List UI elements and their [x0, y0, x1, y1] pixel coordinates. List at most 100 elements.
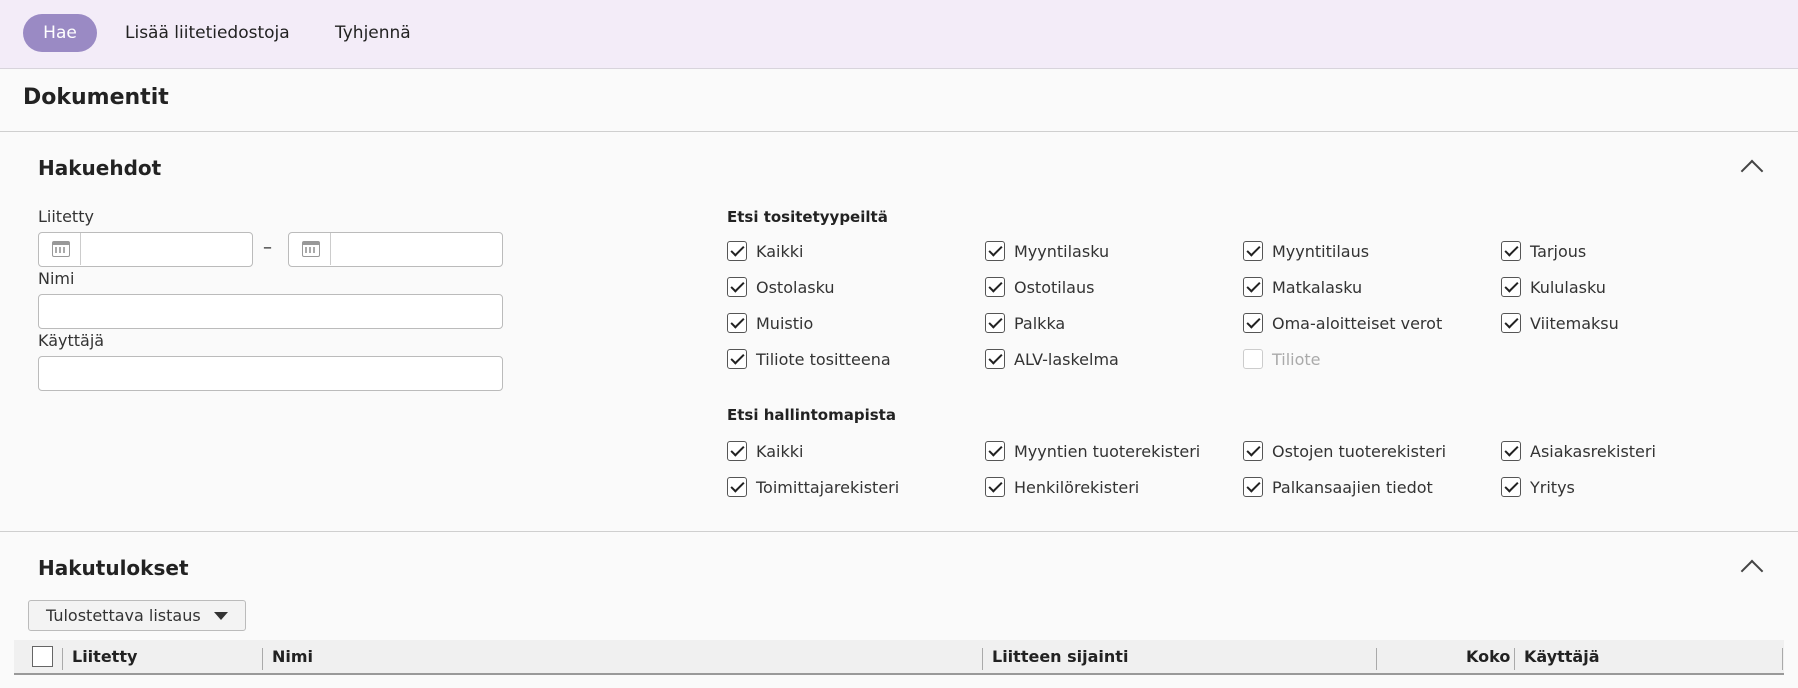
checkbox-tiliote-tositteena[interactable]: Tiliote tositteena	[727, 348, 891, 370]
checkbox-checked-icon[interactable]	[985, 477, 1005, 497]
checkbox-oma-aloitteiset-verot[interactable]: Oma-aloitteiset verot	[1243, 312, 1442, 334]
print-list-dropdown[interactable]: Tulostettava listaus	[28, 600, 246, 631]
checkbox-label: Tarjous	[1530, 241, 1587, 261]
column-separator	[262, 648, 263, 670]
user-label: Käyttäjä	[38, 331, 105, 350]
calendar-icon[interactable]	[289, 233, 331, 265]
checkbox-ostotilaus[interactable]: Ostotilaus	[985, 276, 1094, 298]
checkbox-label: Kululasku	[1530, 277, 1606, 297]
calendar-icon[interactable]	[39, 233, 81, 265]
checkbox-label: Oma-aloitteiset verot	[1272, 313, 1443, 333]
checkbox-checked-icon[interactable]	[1501, 313, 1521, 333]
admin-maps-label: Etsi hallintomapista	[727, 406, 896, 424]
checkbox-label: Asiakasrekisteri	[1530, 441, 1656, 461]
checkbox-checked-icon[interactable]	[1501, 441, 1521, 461]
checkbox-alv-laskelma[interactable]: ALV-laskelma	[985, 348, 1119, 370]
user-input[interactable]	[38, 356, 503, 391]
print-list-label: Tulostettava listaus	[46, 606, 201, 625]
caret-down-icon	[214, 612, 228, 620]
clear-button[interactable]: Tyhjennä	[335, 14, 411, 52]
checkbox-checked-icon[interactable]	[985, 241, 1005, 261]
toolbar: Hae Lisää liitetiedostoja Tyhjennä	[0, 0, 1798, 69]
results-title: Hakutulokset	[38, 556, 189, 580]
checkbox-palkansaajien-tiedot[interactable]: Palkansaajien tiedot	[1243, 476, 1433, 498]
checkbox-label: Henkilörekisteri	[1014, 477, 1140, 497]
checkbox-label: Myyntitilaus	[1272, 241, 1370, 261]
checkbox-myyntien-tuoterekisteri[interactable]: Myyntien tuoterekisteri	[985, 440, 1200, 462]
column-separator	[62, 648, 63, 670]
checkbox-checked-icon[interactable]	[985, 349, 1005, 369]
checkbox-muistio[interactable]: Muistio	[727, 312, 813, 334]
checkbox-yritys[interactable]: Yritys	[1501, 476, 1575, 498]
checkbox-matkalasku[interactable]: Matkalasku	[1243, 276, 1362, 298]
voucher-types-label: Etsi tositetyypeiltä	[727, 208, 888, 226]
checkbox-checked-icon[interactable]	[1243, 313, 1263, 333]
column-name[interactable]: Nimi	[272, 647, 313, 666]
checkbox-checked-icon[interactable]	[727, 241, 747, 261]
checkbox-myyntilasku[interactable]: Myyntilasku	[985, 240, 1109, 262]
checkbox-checked-icon[interactable]	[1501, 477, 1521, 497]
checkbox-checked-icon[interactable]	[1243, 477, 1263, 497]
checkbox-checked-icon[interactable]	[1501, 277, 1521, 297]
checkbox-label: Tiliote tositteena	[756, 349, 891, 369]
checkbox-checked-icon[interactable]	[1243, 441, 1263, 461]
date-from-input[interactable]	[38, 232, 253, 267]
date-range-separator: –	[263, 237, 272, 258]
checkbox-label: ALV-laskelma	[1014, 349, 1119, 369]
checkbox-henkilörekisteri[interactable]: Henkilörekisteri	[985, 476, 1139, 498]
checkbox-tarjous[interactable]: Tarjous	[1501, 240, 1586, 262]
checkbox-label: Ostojen tuoterekisteri	[1272, 441, 1447, 461]
date-to-input[interactable]	[288, 232, 503, 267]
name-input[interactable]	[38, 294, 503, 329]
checkbox-checked-icon[interactable]	[985, 441, 1005, 461]
column-user[interactable]: Käyttäjä	[1524, 647, 1600, 666]
checkbox-myyntitilaus[interactable]: Myyntitilaus	[1243, 240, 1369, 262]
checkbox-checked-icon[interactable]	[1243, 241, 1263, 261]
checkbox-kaikki[interactable]: Kaikki	[727, 440, 803, 462]
checkbox-checked-icon[interactable]	[985, 277, 1005, 297]
search-button[interactable]: Hae	[23, 14, 97, 52]
checkbox-asiakasrekisteri[interactable]: Asiakasrekisteri	[1501, 440, 1656, 462]
select-all-checkbox[interactable]	[32, 646, 53, 667]
checkbox-unchecked-icon	[1243, 349, 1263, 369]
collapse-results-icon[interactable]	[1740, 559, 1764, 583]
divider	[0, 531, 1798, 532]
checkbox-label: Palkansaajien tiedot	[1272, 477, 1433, 497]
page-title: Dokumentit	[23, 85, 169, 110]
checkbox-checked-icon[interactable]	[727, 477, 747, 497]
checkbox-label: Viitemaksu	[1530, 313, 1619, 333]
checkbox-kululasku[interactable]: Kululasku	[1501, 276, 1606, 298]
checkbox-checked-icon[interactable]	[727, 441, 747, 461]
checkbox-palkka[interactable]: Palkka	[985, 312, 1065, 334]
checkbox-viitemaksu[interactable]: Viitemaksu	[1501, 312, 1619, 334]
checkbox-label: Toimittajarekisteri	[756, 477, 900, 497]
search-criteria-title: Hakuehdot	[38, 156, 162, 180]
column-separator	[1376, 648, 1377, 670]
column-attached[interactable]: Liitetty	[72, 647, 137, 666]
checkbox-toimittajarekisteri[interactable]: Toimittajarekisteri	[727, 476, 899, 498]
checkbox-ostojen-tuoterekisteri[interactable]: Ostojen tuoterekisteri	[1243, 440, 1446, 462]
checkbox-label: Ostotilaus	[1014, 277, 1095, 297]
checkbox-label: Kaikki	[756, 441, 804, 461]
checkbox-tiliote: Tiliote	[1243, 348, 1321, 370]
checkbox-label: Matkalasku	[1272, 277, 1363, 297]
checkbox-checked-icon[interactable]	[1243, 277, 1263, 297]
checkbox-ostolasku[interactable]: Ostolasku	[727, 276, 835, 298]
checkbox-checked-icon[interactable]	[727, 277, 747, 297]
checkbox-checked-icon[interactable]	[727, 349, 747, 369]
checkbox-checked-icon[interactable]	[1501, 241, 1521, 261]
checkbox-label: Kaikki	[756, 241, 804, 261]
attached-label: Liitetty	[38, 207, 94, 226]
checkbox-kaikki[interactable]: Kaikki	[727, 240, 803, 262]
checkbox-checked-icon[interactable]	[727, 313, 747, 333]
add-attachments-button[interactable]: Lisää liitetiedostoja	[125, 14, 290, 52]
column-location[interactable]: Liitteen sijainti	[992, 647, 1128, 666]
column-size[interactable]: Koko	[1466, 647, 1510, 666]
column-separator	[1782, 648, 1783, 670]
checkbox-label: Tiliote	[1272, 349, 1321, 369]
checkbox-checked-icon[interactable]	[985, 313, 1005, 333]
name-label: Nimi	[38, 269, 75, 288]
collapse-search-criteria-icon[interactable]	[1740, 159, 1764, 183]
checkbox-label: Palkka	[1014, 313, 1066, 333]
column-separator	[1514, 648, 1515, 670]
